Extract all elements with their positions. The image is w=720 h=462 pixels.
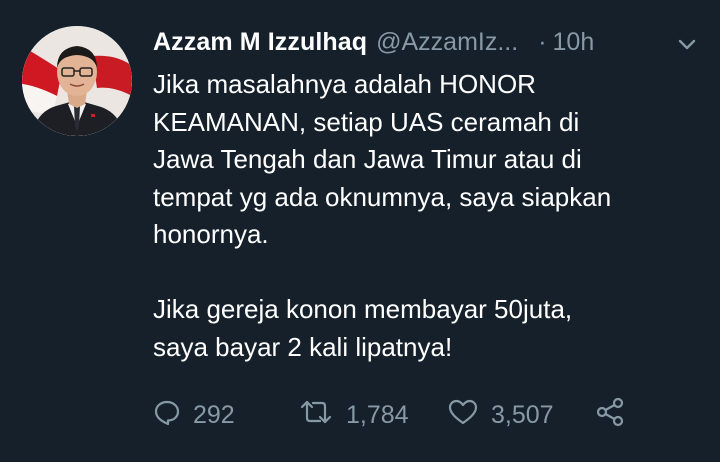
retweet-count: 1,784	[346, 400, 409, 429]
avatar[interactable]	[22, 26, 132, 136]
tweet-actions: 292 1,784 3,507	[153, 395, 698, 435]
share-button[interactable]	[594, 395, 626, 435]
like-button[interactable]: 3,507	[447, 395, 554, 435]
chevron-down-icon[interactable]	[676, 34, 698, 56]
tweet-text-line: Jawa Tengah dan Jawa Timur atau di	[153, 144, 582, 174]
reply-count: 292	[193, 400, 235, 429]
profile-photo	[22, 26, 132, 136]
tweet-text-line: Jika masalahnya adalah HONOR	[153, 69, 536, 99]
tweet-text: Jika masalahnya adalah HONOR KEAMANAN, s…	[153, 66, 698, 366]
author-handle[interactable]: @AzzamIz...	[376, 28, 518, 57]
tweet-text-line: Jika gereja konon membayar 50juta,	[153, 294, 573, 324]
tweet-text-line: honornya.	[153, 219, 269, 249]
share-icon	[594, 396, 626, 435]
reply-button[interactable]: 292	[153, 395, 235, 435]
tweet-card[interactable]: Azzam M Izzulhaq @AzzamIz... · 10h Jika …	[0, 0, 720, 462]
retweet-icon	[298, 398, 334, 433]
retweet-button[interactable]: 1,784	[298, 395, 409, 435]
like-count: 3,507	[491, 400, 554, 429]
separator-dot: ·	[538, 27, 547, 56]
tweet-text-line: tempat yg ada oknumnya, saya siapkan	[153, 181, 612, 212]
heart-icon	[447, 398, 479, 433]
author-display-name[interactable]: Azzam M Izzulhaq	[153, 28, 367, 57]
tweet-text-line: KEAMANAN, setiap UAS ceramah di	[153, 106, 580, 137]
tweet-text-line: saya bayar 2 kali lipatnya!	[153, 331, 453, 362]
tweet-header: Azzam M Izzulhaq @AzzamIz... · 10h	[153, 24, 594, 60]
reply-icon	[153, 398, 181, 433]
tweet-timestamp[interactable]: 10h	[553, 28, 595, 57]
